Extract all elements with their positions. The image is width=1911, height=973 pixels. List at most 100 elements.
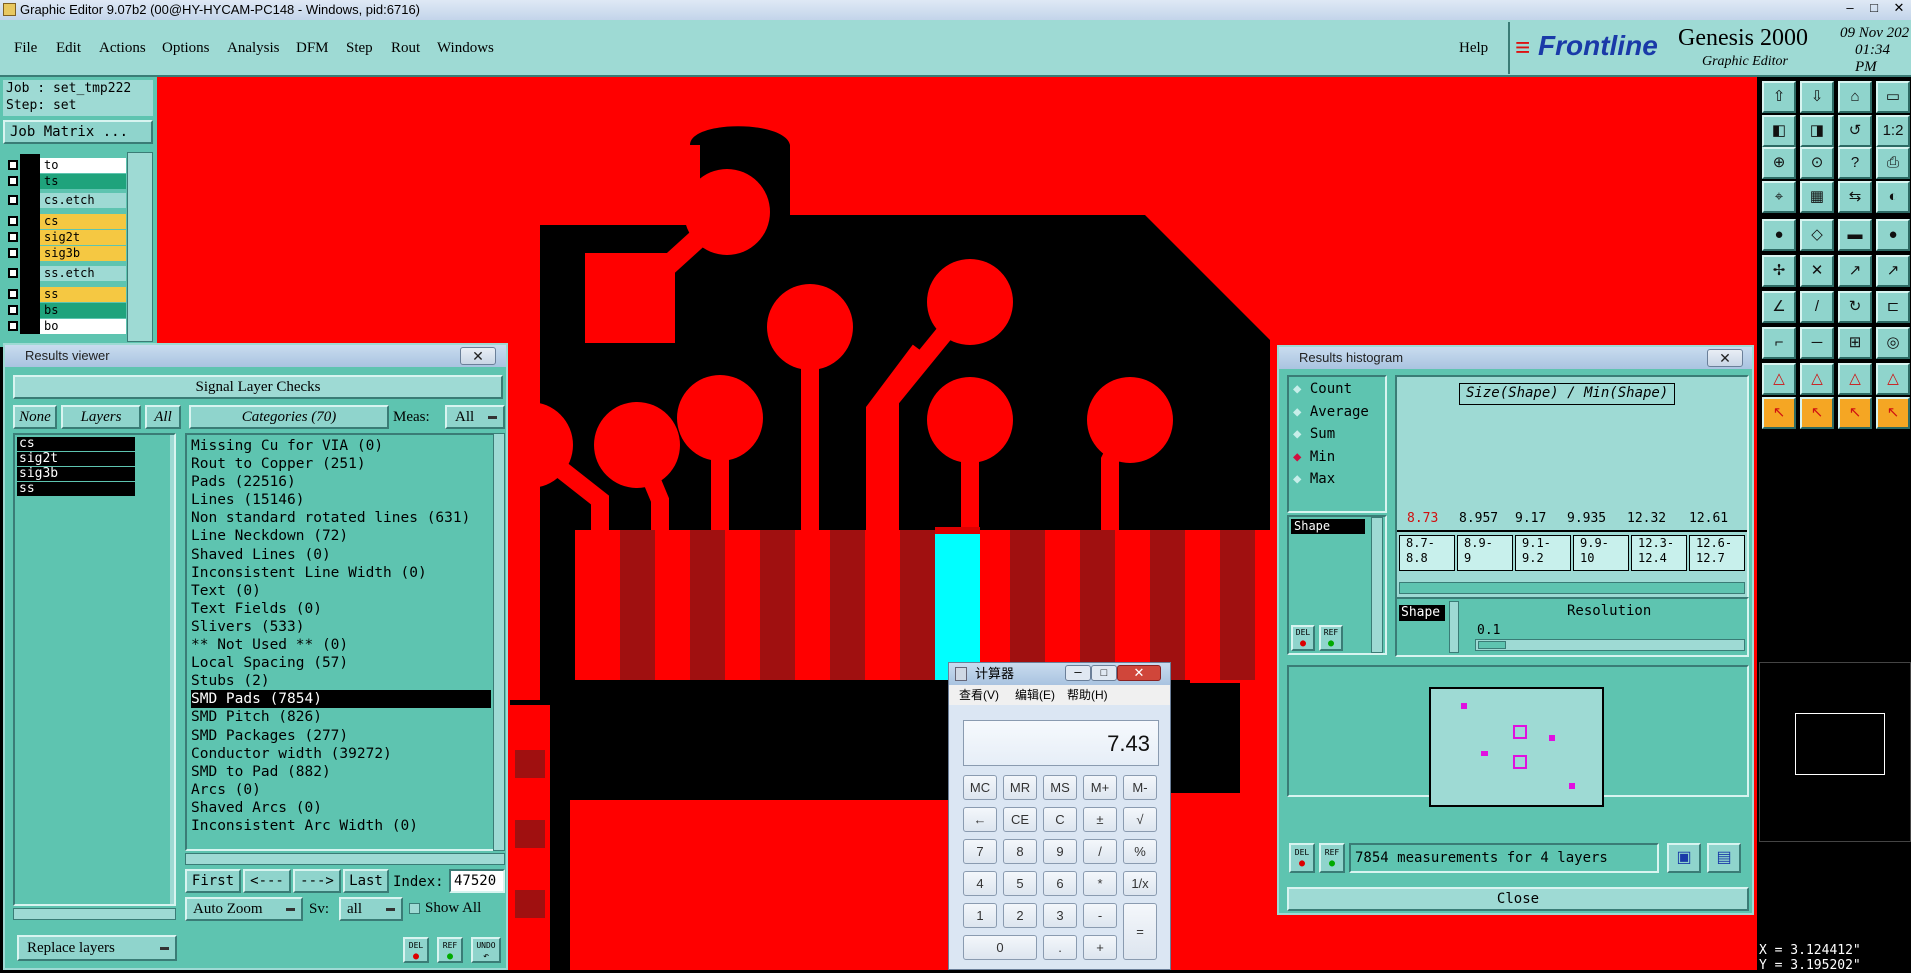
bin-range[interactable]: 8.9- 9 — [1457, 535, 1513, 571]
layer-row-2[interactable]: cs.etch — [4, 193, 126, 208]
all-layers-button[interactable]: All — [145, 405, 181, 429]
last-button[interactable]: Last — [343, 869, 389, 893]
calc-menu-edit[interactable]: 编辑(E) — [1015, 685, 1055, 705]
categories-tab[interactable]: Categories (70) — [189, 405, 389, 429]
pointer-4-icon[interactable]: ↖ — [1876, 397, 1910, 429]
layer-checkbox[interactable] — [8, 176, 18, 186]
category-item[interactable]: Slivers (533) — [191, 618, 503, 636]
layer-checkbox[interactable] — [8, 232, 18, 242]
calc-key[interactable]: = — [1123, 903, 1157, 960]
window-icon[interactable]: ▭ — [1876, 81, 1910, 113]
category-item[interactable]: SMD Pads (7854) — [191, 690, 491, 709]
calc-key[interactable]: - — [1083, 903, 1117, 928]
calc-key[interactable]: 7 — [963, 839, 997, 864]
calc-key[interactable]: 2 — [1003, 903, 1037, 928]
next-button[interactable]: ---> — [293, 869, 341, 893]
menu-rout[interactable]: Rout — [391, 40, 420, 57]
table-icon[interactable]: ⊞ — [1838, 327, 1872, 359]
replace-layers-select[interactable]: Replace layers — [17, 935, 177, 961]
results-viewer-close[interactable]: ✕ — [460, 347, 496, 365]
report-icon[interactable]: ▤ — [1707, 843, 1741, 873]
result-layer-item[interactable]: ss — [17, 482, 135, 496]
connect-icon[interactable]: ✢ — [1762, 255, 1796, 287]
hist-ref-button[interactable]: REF ● — [1319, 625, 1343, 651]
category-item[interactable]: Lines (15146) — [191, 491, 503, 509]
layer-checkbox[interactable] — [8, 268, 18, 278]
shape-item[interactable]: Shape — [1291, 519, 1365, 534]
calc-close[interactable]: ✕ — [1117, 665, 1161, 681]
bin-range[interactable]: 8.7- 8.8 — [1399, 535, 1455, 571]
calc-key[interactable]: CE — [1003, 807, 1037, 832]
calc-key[interactable]: MC — [963, 775, 997, 800]
auto-zoom-select[interactable]: Auto Zoom — [185, 897, 303, 921]
calc-key[interactable]: √ — [1123, 807, 1157, 832]
shade-icon[interactable]: ◐ — [1876, 181, 1910, 213]
preview-ref-button[interactable]: REF ● — [1319, 843, 1345, 873]
category-item[interactable]: SMD to Pad (882) — [191, 763, 503, 781]
layer-row-6[interactable]: ss.etch — [4, 266, 126, 281]
layer-scrollbar[interactable] — [127, 152, 153, 342]
grid-icon[interactable]: ▦ — [1800, 181, 1834, 213]
result-layer-item[interactable]: sig2t — [17, 452, 135, 466]
layer-checkbox[interactable] — [8, 216, 18, 226]
category-item[interactable]: Non standard rotated lines (631) — [191, 509, 503, 527]
category-item[interactable]: Rout to Copper (251) — [191, 455, 503, 473]
layer-result-list[interactable]: cs sig2t sig3b ss — [13, 433, 176, 906]
histogram-close-x[interactable]: ✕ — [1707, 349, 1743, 367]
export-chart-icon[interactable]: ▣ — [1667, 843, 1701, 873]
menu-windows[interactable]: Windows — [437, 40, 494, 57]
rotate-icon[interactable]: ↻ — [1838, 291, 1872, 323]
close-window-button[interactable]: ✕ — [1888, 0, 1910, 18]
option-max[interactable]: ◆ Max — [1293, 471, 1335, 487]
arc-icon[interactable]: ↗ — [1838, 255, 1872, 287]
calc-key[interactable]: M+ — [1083, 775, 1117, 800]
close-button[interactable]: Close — [1287, 887, 1749, 911]
dot-icon[interactable]: ● — [1876, 219, 1910, 251]
category-item[interactable]: Conductor width (39272) — [191, 745, 503, 763]
first-button[interactable]: First — [185, 869, 241, 893]
layer-checkbox[interactable] — [8, 289, 18, 299]
category-item[interactable]: Text Fields (0) — [191, 600, 503, 618]
calc-key[interactable]: * — [1083, 871, 1117, 896]
shape-scrollbar[interactable] — [1449, 601, 1459, 653]
layer-row-8[interactable]: bs — [4, 303, 126, 318]
zoom-out-icon[interactable]: ⇩ — [1800, 81, 1834, 113]
option-average[interactable]: ◆ Average — [1293, 404, 1369, 420]
overview-map[interactable] — [1759, 662, 1911, 842]
layer-row-1[interactable]: ts — [4, 174, 126, 189]
category-item[interactable]: SMD Pitch (826) — [191, 708, 503, 726]
sv-select[interactable]: all — [339, 897, 403, 921]
calc-key[interactable]: 4 — [963, 871, 997, 896]
layer-checkbox[interactable] — [8, 321, 18, 331]
calc-key[interactable]: 5 — [1003, 871, 1037, 896]
menu-options[interactable]: Options — [162, 40, 210, 57]
ref-button[interactable]: REF ● — [437, 937, 463, 963]
line-icon[interactable]: ↗ — [1876, 255, 1910, 287]
layer-list-scrollbar[interactable] — [170, 435, 174, 904]
layers-tab[interactable]: Layers — [61, 405, 141, 429]
calc-key[interactable]: 6 — [1043, 871, 1077, 896]
option-count[interactable]: ◆ Count — [1293, 381, 1352, 397]
undo-view-icon[interactable]: ↺ — [1838, 115, 1872, 147]
measure-icon[interactable]: ⌖ — [1762, 181, 1796, 213]
category-hscroll[interactable] — [185, 853, 505, 865]
triangle-4-icon[interactable]: △ — [1876, 363, 1910, 395]
bin-range[interactable]: 9.1- 9.2 — [1515, 535, 1571, 571]
maximize-button[interactable]: □ — [1864, 0, 1884, 18]
minimize-button[interactable]: – — [1840, 0, 1860, 18]
category-item[interactable]: Inconsistent Arc Width (0) — [191, 817, 503, 835]
bin-range[interactable]: 9.9- 10 — [1573, 535, 1629, 571]
home-icon[interactable]: ⌂ — [1838, 81, 1872, 113]
shape-selected[interactable]: Shape — [1399, 605, 1445, 621]
index-input[interactable]: 47520 — [449, 869, 505, 893]
layer-checkbox[interactable] — [8, 195, 18, 205]
pan-left-icon[interactable]: ◧ — [1762, 115, 1796, 147]
menu-edit[interactable]: Edit — [56, 40, 81, 57]
calc-key[interactable]: C — [1043, 807, 1077, 832]
zoom-in-icon[interactable]: ⇧ — [1762, 81, 1796, 113]
menu-actions[interactable]: Actions — [99, 40, 146, 57]
center-icon[interactable]: ⊙ — [1800, 147, 1834, 179]
calc-key[interactable]: . — [1043, 935, 1077, 960]
ruler-icon[interactable]: ▬ — [1838, 219, 1872, 251]
pointer-2-icon[interactable]: ↖ — [1800, 397, 1834, 429]
